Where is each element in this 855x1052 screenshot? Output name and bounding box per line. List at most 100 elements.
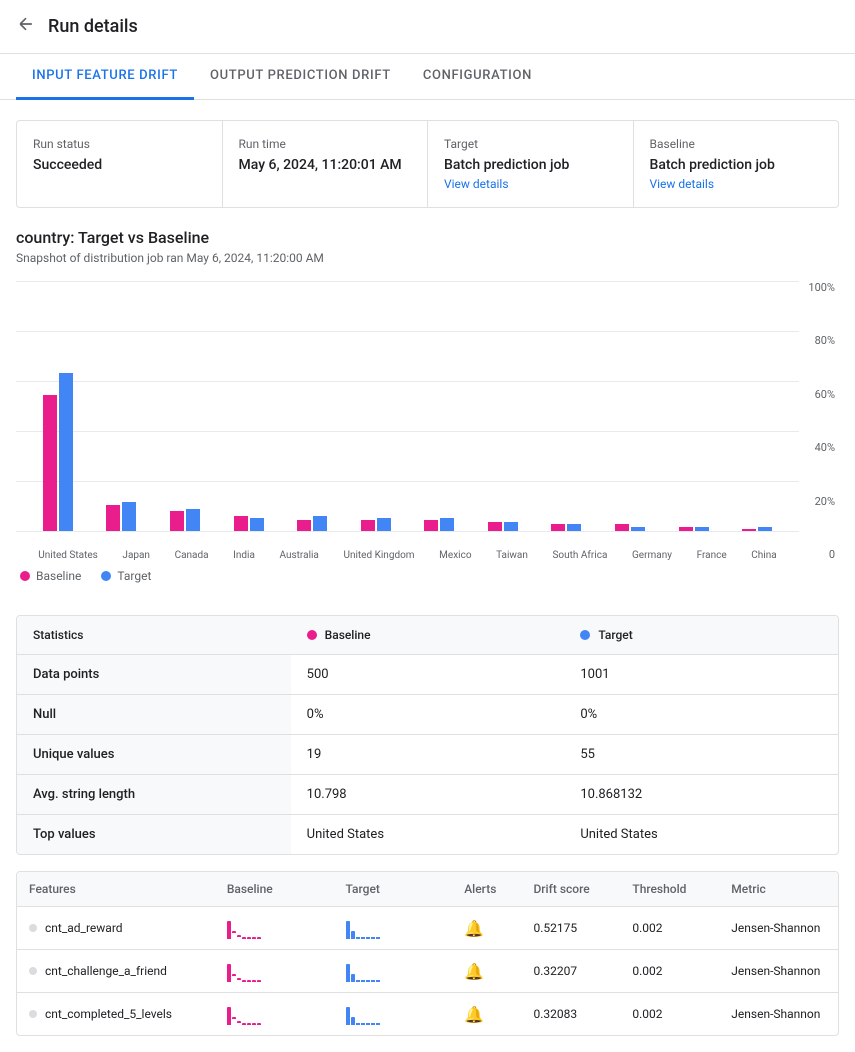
sp-t1	[346, 921, 350, 939]
stats-header: Statistics Baseline Target	[17, 616, 838, 655]
bar-target-0	[59, 373, 73, 531]
feature-threshold: 0.002	[620, 954, 719, 988]
feature-baseline-sparkline	[215, 907, 334, 949]
bar-target-4	[313, 516, 327, 531]
bar-baseline-4	[297, 520, 311, 531]
sp-t7	[376, 937, 380, 939]
sp-b2	[232, 1017, 236, 1025]
alert-icon: 🔔	[464, 1005, 484, 1024]
feature-drift-score: 0.32083	[521, 997, 620, 1031]
sp-t2	[351, 1017, 355, 1025]
bar-group	[615, 524, 645, 531]
sp-t2	[351, 931, 355, 939]
feature-name-cell: cnt_challenge_a_friend	[17, 954, 215, 988]
feature-alert: 🔔	[452, 995, 521, 1034]
bar-group	[297, 516, 327, 531]
run-status-label: Run status	[33, 137, 206, 151]
feature-threshold: 0.002	[620, 911, 719, 945]
stats-row-baseline: 0%	[291, 695, 565, 734]
bar-group	[679, 527, 709, 531]
bar-target-5	[377, 518, 391, 531]
features-col-target: Target	[334, 872, 453, 906]
sp-t3	[356, 1023, 360, 1025]
features-col-baseline: Baseline	[215, 872, 334, 906]
features-col-drift-score: Drift score	[521, 872, 620, 906]
legend-target: Target	[101, 569, 151, 583]
tab-configuration[interactable]: CONFIGURATION	[407, 54, 548, 100]
tabs-bar: INPUT FEATURE DRIFT OUTPUT PREDICTION DR…	[0, 54, 855, 100]
tab-output-prediction-drift[interactable]: OUTPUT PREDICTION DRIFT	[194, 54, 407, 100]
y-label-0: 0	[829, 548, 835, 561]
features-row: cnt_completed_5_levels 🔔 0.32083 0.002 J…	[17, 993, 838, 1035]
bar-target-7	[504, 522, 518, 531]
x-label-8: South Africa	[552, 550, 607, 561]
stats-row-baseline: 10.798	[291, 775, 565, 814]
bar-target-6	[440, 518, 454, 531]
chart-section: country: Target vs Baseline Snapshot of …	[0, 228, 855, 599]
sp-b5	[247, 937, 251, 939]
sp-t3	[356, 980, 360, 982]
stats-row-label: Unique values	[17, 735, 291, 774]
sp-b2	[232, 931, 236, 939]
info-card-baseline: Baseline Batch prediction job View detai…	[634, 121, 839, 207]
sparkline-target	[346, 1003, 441, 1025]
legend-baseline-dot	[20, 571, 30, 581]
sp-b2	[232, 974, 236, 982]
y-label-40: 40%	[815, 441, 835, 454]
x-label-11: China	[751, 550, 776, 561]
legend-baseline: Baseline	[20, 569, 81, 583]
sp-b3	[237, 1021, 241, 1025]
feature-alert: 🔔	[452, 909, 521, 948]
bar-group	[234, 516, 264, 531]
y-axis: 100% 80% 60% 40% 20% 0	[804, 281, 839, 561]
baseline-view-details-link[interactable]: View details	[650, 177, 823, 191]
sp-b7	[257, 937, 261, 939]
sp-b6	[252, 1023, 256, 1025]
sp-t5	[366, 1023, 370, 1025]
legend-baseline-label: Baseline	[36, 569, 81, 583]
y-label-100: 100%	[808, 281, 835, 294]
stats-row-label: Avg. string length	[17, 775, 291, 814]
header: Run details	[0, 0, 855, 54]
feature-target-sparkline	[334, 950, 453, 992]
sp-t6	[371, 980, 375, 982]
stats-row: Null 0% 0%	[17, 695, 838, 735]
statistics-table: Statistics Baseline Target Data points 5…	[16, 615, 839, 855]
stats-row-target: 1001	[564, 655, 838, 694]
feature-name-text: cnt_challenge_a_friend	[45, 964, 167, 978]
bar-baseline-8	[551, 524, 565, 531]
tab-input-feature-drift[interactable]: INPUT FEATURE DRIFT	[16, 54, 194, 100]
y-label-60: 60%	[815, 388, 835, 401]
x-label-3: India	[233, 550, 255, 561]
info-card-run-status: Run status Succeeded	[17, 121, 223, 207]
x-label-1: Japan	[122, 550, 150, 561]
bar-group	[361, 518, 391, 531]
stats-row-target: 0%	[564, 695, 838, 734]
stats-row-label: Null	[17, 695, 291, 734]
sp-t4	[361, 1023, 365, 1025]
feature-name-cell: cnt_ad_reward	[17, 911, 215, 945]
features-section: Features Baseline Target Alerts Drift sc…	[16, 871, 839, 1036]
baseline-dot	[307, 630, 317, 640]
features-rows: cnt_ad_reward 🔔 0.52175 0.002 Jensen-Sha…	[17, 907, 838, 1035]
sp-b6	[252, 980, 256, 982]
stats-row: Top values United States United States	[17, 815, 838, 854]
baseline-label: Baseline	[650, 137, 823, 151]
stats-row: Avg. string length 10.798 10.868132	[17, 775, 838, 815]
feature-name: cnt_ad_reward	[29, 921, 203, 935]
stats-row-label: Top values	[17, 815, 291, 854]
stats-row: Data points 500 1001	[17, 655, 838, 695]
target-view-details-link[interactable]: View details	[444, 177, 617, 191]
feature-name-cell: cnt_completed_5_levels	[17, 997, 215, 1031]
sp-b5	[247, 980, 251, 982]
back-button[interactable]	[16, 14, 36, 39]
legend-target-dot	[101, 571, 111, 581]
features-row: cnt_ad_reward 🔔 0.52175 0.002 Jensen-Sha…	[17, 907, 838, 950]
sparkline-target	[346, 960, 441, 982]
bar-baseline-6	[424, 520, 438, 531]
features-row: cnt_challenge_a_friend 🔔 0.32207 0.002 J…	[17, 950, 838, 993]
sparkline-baseline	[227, 1003, 322, 1025]
bar-target-8	[567, 524, 581, 531]
bar-target-10	[695, 527, 709, 531]
chart-subtitle: Snapshot of distribution job ran May 6, …	[16, 251, 839, 265]
